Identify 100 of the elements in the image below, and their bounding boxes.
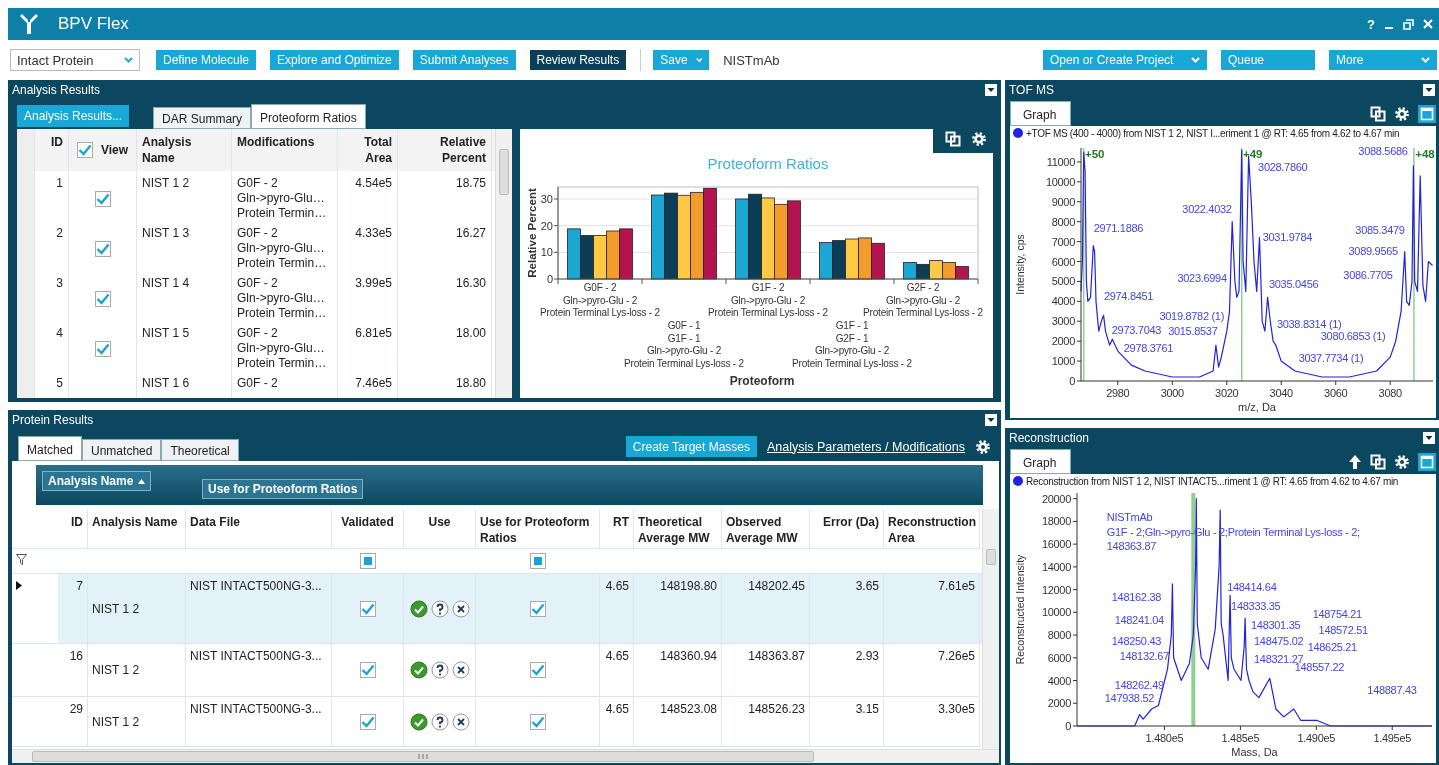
tab[interactable]: Matched xyxy=(18,436,83,461)
copy-icon[interactable] xyxy=(945,131,961,147)
checkbox[interactable] xyxy=(360,553,376,569)
charge-label: +49 xyxy=(1243,147,1263,160)
tick-label: 30 xyxy=(540,193,553,205)
dropdown-icon[interactable] xyxy=(985,414,997,426)
column-header[interactable]: View xyxy=(100,142,129,158)
copy-icon[interactable] xyxy=(1370,454,1386,470)
reject-icon[interactable] xyxy=(451,661,470,679)
tick-label: 3080 xyxy=(1378,387,1402,399)
window-title: BPV Flex xyxy=(58,14,129,34)
table-cell: 16.27 xyxy=(398,221,492,271)
axis-title: Relative Percent xyxy=(526,188,538,278)
column-header[interactable]: Analysis Name xyxy=(137,129,232,171)
reject-icon[interactable] xyxy=(451,712,470,731)
table-row[interactable]: 29 NIST 1 2 NIST INTACT500NG-3... 4.65 148523.08 148526.23 3.15 3.30e5 xyxy=(12,697,982,747)
checkbox[interactable] xyxy=(94,190,111,207)
tab[interactable]: Proteoform Ratios xyxy=(251,104,366,129)
settings-icon[interactable] xyxy=(975,438,991,455)
column-header[interactable]: Data File xyxy=(186,509,332,549)
checkbox[interactable] xyxy=(529,600,546,617)
peak-label: 3023.6994 xyxy=(1177,271,1227,284)
settings-icon[interactable] xyxy=(1394,106,1410,122)
tab[interactable]: Theoretical xyxy=(161,439,239,461)
table-cell: NIST 1 2 xyxy=(88,644,186,697)
tick-label: 20000 xyxy=(1041,492,1071,505)
scrollbar[interactable] xyxy=(12,749,999,763)
up-arrow-icon[interactable] xyxy=(1348,454,1362,470)
checkbox[interactable] xyxy=(94,340,111,357)
tab[interactable]: Unmatched xyxy=(82,439,162,461)
group-by-chip[interactable]: Use for Proteoform Ratios xyxy=(202,479,364,499)
column-header[interactable]: Modifications xyxy=(232,129,338,171)
checkbox[interactable] xyxy=(529,713,546,730)
maximize-icon[interactable] xyxy=(1418,453,1436,471)
category-label: G1F - 2 Gln->pyro-Glu - 2 Protein Terminal Lys-loss - 2 xyxy=(708,282,828,318)
table-row[interactable]: 16 NIST 1 2 NIST INTACT500NG-3... 4.65 148360.94 148363.87 2.93 7.26e5 xyxy=(12,644,982,697)
tick-label: 8000 xyxy=(1051,215,1075,228)
column-header[interactable]: ID xyxy=(35,129,69,171)
checkbox[interactable] xyxy=(76,142,93,158)
tab[interactable]: Graph xyxy=(1010,101,1072,126)
checkbox[interactable] xyxy=(530,553,546,569)
panel-title: Protein Results xyxy=(12,413,94,427)
column-header[interactable]: Use xyxy=(404,509,476,549)
dropdown-icon[interactable] xyxy=(1423,432,1435,444)
help-button[interactable]: ? xyxy=(1367,16,1375,32)
column-header[interactable]: Analysis Name xyxy=(88,509,186,549)
tick-label: 3040 xyxy=(1269,387,1293,399)
dropdown-icon[interactable] xyxy=(1423,84,1435,96)
tab[interactable]: DAR Summary xyxy=(153,107,252,129)
checkbox[interactable] xyxy=(94,240,111,257)
column-header[interactable]: ID xyxy=(58,509,88,549)
settings-icon[interactable] xyxy=(971,131,987,147)
table-cell: NIST 1 4 xyxy=(137,271,232,321)
checkbox[interactable] xyxy=(359,662,376,678)
column-header[interactable]: Observed Average MW xyxy=(722,509,810,549)
table-row[interactable]: 7 NIST 1 2 NIST INTACT500NG-3... 4.65 148198.80 148202.45 3.65 7.61e5 xyxy=(12,574,982,644)
peak-label: 148250.43 xyxy=(1111,634,1162,647)
column-header[interactable]: Reconstruction Area xyxy=(884,509,980,549)
settings-icon[interactable] xyxy=(1394,454,1410,470)
copy-icon[interactable] xyxy=(1370,106,1386,122)
peak-label: 148162.38 xyxy=(1111,590,1162,603)
group-by-chip[interactable]: Analysis Name xyxy=(42,471,152,491)
tick-label: 16000 xyxy=(1041,538,1071,551)
tick-label: 4000 xyxy=(1051,295,1075,308)
close-icon[interactable] xyxy=(1423,19,1433,29)
tab[interactable]: Graph xyxy=(1010,449,1072,474)
column-header[interactable]: Validated xyxy=(332,509,404,549)
grip-icon[interactable] xyxy=(418,754,428,759)
filter-icon[interactable] xyxy=(16,554,27,565)
peak-label: 3086.7705 xyxy=(1343,268,1393,281)
workflow-step-button[interactable]: Review Results xyxy=(529,50,627,70)
restore-icon[interactable] xyxy=(1403,18,1414,30)
scrollbar[interactable] xyxy=(495,129,512,398)
accept-icon[interactable] xyxy=(409,712,428,731)
column-header[interactable]: Total Area xyxy=(338,129,398,171)
question-icon[interactable] xyxy=(430,661,449,679)
column-header[interactable]: Use for Proteoform Ratios xyxy=(476,509,600,549)
dropdown-icon[interactable] xyxy=(985,84,997,96)
scrollbar[interactable] xyxy=(982,509,999,749)
column-header[interactable]: Error (Da) xyxy=(810,509,884,549)
table-cell: 7.26e5 xyxy=(884,644,980,697)
question-icon[interactable] xyxy=(430,599,449,618)
category-label: G0F - 2 Gln->pyro-Glu - 2 Protein Terminal Lys-loss - 2 xyxy=(540,282,660,318)
workflow-dropdown[interactable]: Intact Protein xyxy=(10,49,140,71)
accept-icon[interactable] xyxy=(409,599,428,618)
column-header[interactable]: Relative Percent xyxy=(398,129,492,171)
checkbox[interactable] xyxy=(359,713,376,730)
column-header[interactable]: RT xyxy=(600,509,634,549)
caret-icon xyxy=(124,57,133,63)
reject-icon[interactable] xyxy=(451,599,470,618)
question-icon[interactable] xyxy=(430,712,449,731)
accept-icon[interactable] xyxy=(409,661,428,679)
checkbox[interactable] xyxy=(94,290,111,307)
tick-label: 2000 xyxy=(1051,335,1075,348)
checkbox[interactable] xyxy=(529,662,546,678)
checkbox[interactable] xyxy=(359,600,376,617)
maximize-icon[interactable] xyxy=(1418,105,1436,123)
column-header[interactable]: Theoretical Average MW xyxy=(634,509,722,549)
peak-label: 148625.21 xyxy=(1307,641,1357,654)
parameters-link[interactable]: Analysis Parameters / Modifications xyxy=(767,439,965,454)
